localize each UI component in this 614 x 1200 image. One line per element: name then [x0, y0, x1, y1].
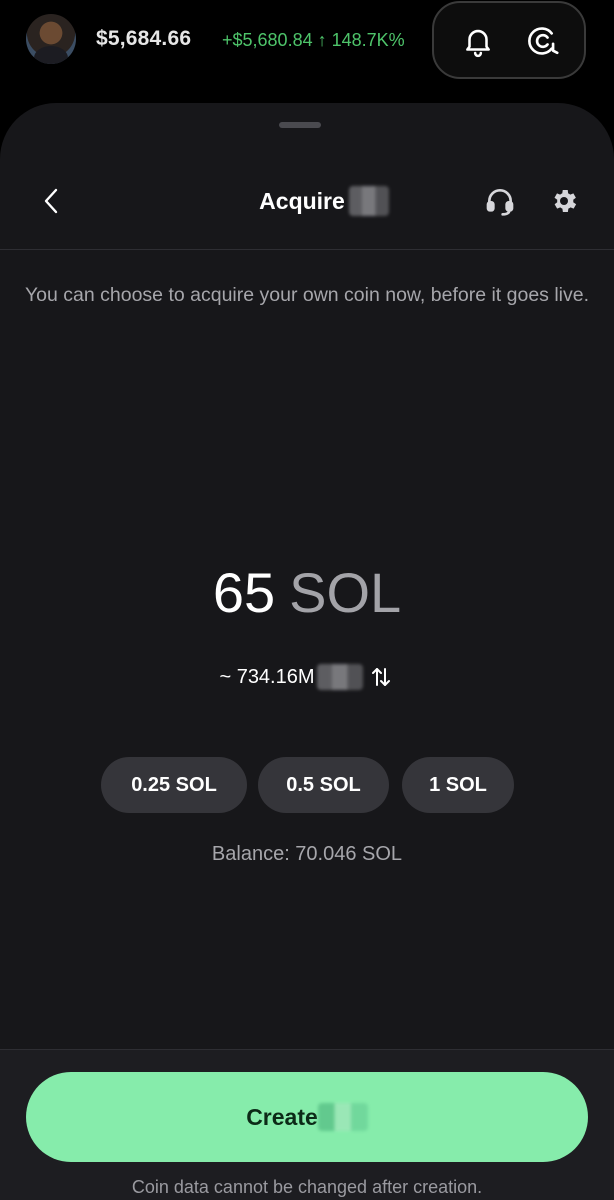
preset-button-0-25[interactable]: 0.25 SOL [101, 757, 247, 813]
settings-button[interactable] [546, 181, 582, 221]
portfolio-balance: $5,684.66 [96, 27, 192, 50]
amount-display[interactable]: 65 SOL [0, 558, 614, 628]
top-actions-group [432, 1, 586, 79]
bell-icon[interactable] [460, 23, 496, 59]
header-divider [0, 249, 614, 250]
redacted-ticker [316, 664, 363, 690]
redacted-coin-name [348, 186, 389, 216]
create-button-label: Create [246, 1103, 318, 1130]
portfolio-change: +$5,680.84 ↑ 148.7K% [222, 30, 405, 50]
gear-icon [554, 190, 577, 212]
acquire-sheet: Acquire You can choose to acquire your o… [0, 103, 614, 1200]
swap-button[interactable] [367, 663, 395, 691]
swap-vertical-icon [371, 668, 390, 686]
amount-value: 65 [212, 561, 276, 624]
avatar[interactable] [26, 14, 76, 64]
sheet-grabber[interactable] [279, 122, 321, 128]
chat-icon[interactable] [524, 23, 560, 59]
sheet-title: Acquire [259, 187, 345, 214]
preset-button-0-5[interactable]: 0.5 SOL [258, 757, 389, 813]
acquire-description: You can choose to acquire your own coin … [24, 284, 590, 306]
wallet-balance: Balance: 70.046 SOL [211, 843, 403, 865]
conversion-row: ~ 734.16M [0, 663, 614, 691]
redacted-create-ticker [317, 1103, 368, 1131]
sheet-header: Acquire [0, 183, 614, 219]
create-button[interactable]: Create [26, 1072, 588, 1162]
support-button[interactable] [482, 181, 518, 221]
creation-footnote: Coin data cannot be changed after creati… [131, 1177, 483, 1197]
preset-button-1[interactable]: 1 SOL [402, 757, 514, 813]
avatar-figure [34, 46, 68, 64]
top-bar: $5,684.66 +$5,680.84 ↑ 148.7K% [0, 0, 614, 96]
amount-unit: SOL [289, 561, 402, 624]
footer: Create Coin data cannot be changed after… [0, 1049, 614, 1200]
conversion-value: ~ 734.16M [219, 665, 315, 688]
